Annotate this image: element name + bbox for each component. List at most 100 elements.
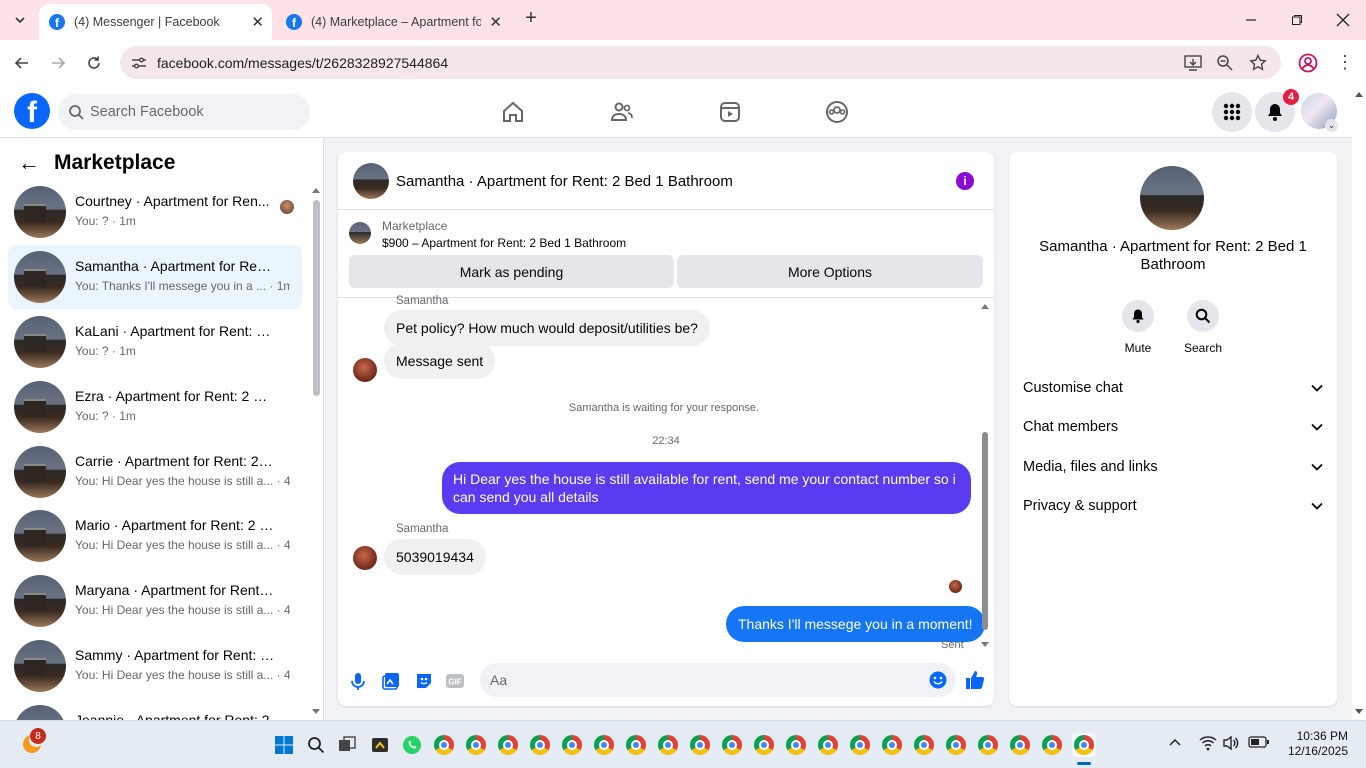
scroll-down-icon[interactable]	[1354, 708, 1364, 716]
mark-as-pending-button[interactable]: Mark as pending	[349, 255, 674, 288]
taskbar-chrome[interactable]	[912, 733, 936, 757]
conversation-list-scrollbar[interactable]	[310, 186, 320, 716]
profile-icon[interactable]	[1298, 53, 1318, 73]
conversation-item[interactable]: Courtney · Apartment for Ren... You: ? ·…	[8, 180, 302, 244]
reload-button[interactable]	[82, 51, 106, 75]
taskbar-chrome[interactable]	[624, 733, 648, 757]
maximize-button[interactable]	[1282, 8, 1312, 32]
page-scrollbar[interactable]	[1352, 86, 1366, 720]
gif-button[interactable]: GIF	[444, 670, 466, 692]
conversation-item[interactable]: Jeannie · Apartment for Rent: 2	[8, 699, 302, 720]
conversation-item[interactable]: Mario · Apartment for Rent: 2 B... You: …	[8, 504, 302, 568]
close-tab-icon[interactable]: ✕	[489, 13, 502, 31]
url-text[interactable]: facebook.com/messages/t/2628328927544864	[157, 55, 448, 71]
taskbar-app-capture[interactable]	[368, 733, 392, 757]
media-files-links-section[interactable]: Media, files and links	[1023, 455, 1323, 479]
taskbar-chrome-active[interactable]	[1072, 733, 1096, 757]
customise-chat-section[interactable]: Customise chat	[1023, 376, 1323, 400]
taskbar-chrome[interactable]	[816, 733, 840, 757]
listing-price[interactable]: $900 – Apartment for Rent: 2 Bed 1 Bathr…	[382, 236, 626, 250]
taskbar-chrome[interactable]	[432, 733, 456, 757]
omnibox[interactable]: facebook.com/messages/t/2628328927544864	[120, 46, 1281, 79]
taskbar-chrome[interactable]	[976, 733, 1000, 757]
taskbar-chrome[interactable]	[880, 733, 904, 757]
new-tab-button[interactable]: +	[520, 8, 542, 30]
taskbar-chrome[interactable]	[752, 733, 776, 757]
message-input[interactable]: Aa	[480, 663, 956, 697]
taskbar-chrome[interactable]	[688, 733, 712, 757]
microphone-button[interactable]	[347, 670, 369, 692]
chat-title[interactable]: Samantha · Apartment for Rent: 2 Bed 1 B…	[396, 173, 733, 190]
conversation-item[interactable]: Ezra · Apartment for Rent: 2 Bed... You:…	[8, 375, 302, 439]
taskbar-chrome[interactable]	[944, 733, 968, 757]
conversation-item[interactable]: KaLani · Apartment for Rent: 2 B... You:…	[8, 310, 302, 374]
taskbar-chrome[interactable]	[784, 733, 808, 757]
battery-status[interactable]	[1248, 735, 1270, 754]
scroll-up-icon[interactable]	[1354, 90, 1364, 98]
avatar[interactable]	[353, 163, 389, 199]
search-button[interactable]: Search	[1173, 300, 1233, 355]
forward-button[interactable]	[46, 51, 70, 75]
attach-photo-button[interactable]	[380, 670, 402, 692]
mute-button[interactable]: Mute	[1108, 300, 1168, 355]
listing-thumbnail[interactable]	[349, 222, 371, 244]
taskbar-chrome[interactable]	[848, 733, 872, 757]
tab-messenger[interactable]: f (4) Messenger | Facebook ✕	[39, 4, 272, 40]
taskbar-chrome[interactable]	[592, 733, 616, 757]
chat-members-section[interactable]: Chat members	[1023, 415, 1323, 439]
taskbar-chrome[interactable]	[1040, 733, 1064, 757]
install-app-icon[interactable]	[1183, 54, 1203, 72]
browser-menu-icon[interactable]: ⋮	[1336, 53, 1354, 71]
close-tab-icon[interactable]: ✕	[251, 13, 264, 31]
conversation-item[interactable]: Sammy · Apartment for Rent: 2 ... You: H…	[8, 634, 302, 698]
start-button[interactable]	[272, 733, 296, 757]
taskbar-chrome[interactable]	[464, 733, 488, 757]
video-nav-icon[interactable]	[716, 98, 744, 126]
system-clock[interactable]: 10:36 PM 12/16/2025	[1286, 729, 1348, 759]
minimize-button[interactable]	[1236, 8, 1266, 32]
search-input[interactable]: Search Facebook	[58, 94, 310, 130]
friends-nav-icon[interactable]	[608, 98, 636, 126]
more-options-button[interactable]: More Options	[677, 255, 983, 288]
conversation-item[interactable]: Maryana · Apartment for Rent: ... You: H…	[8, 569, 302, 633]
scroll-down-icon[interactable]	[311, 708, 321, 716]
scroll-up-icon[interactable]	[311, 186, 321, 194]
bookmark-star-icon[interactable]	[1249, 54, 1267, 72]
scrollbar-thumb[interactable]	[313, 200, 320, 396]
conversation-item[interactable]: Samantha · Apartment for Rent:... You: T…	[8, 245, 302, 309]
back-arrow-icon[interactable]: ←	[18, 150, 40, 176]
zoom-icon[interactable]	[1216, 54, 1234, 72]
conversation-item[interactable]: Carrie · Apartment for Rent: 2 B... You:…	[8, 440, 302, 504]
close-window-button[interactable]	[1328, 8, 1358, 32]
taskbar-chrome[interactable]	[496, 733, 520, 757]
taskbar-chrome[interactable]	[528, 733, 552, 757]
like-button[interactable]	[964, 669, 986, 691]
account-chevron-icon[interactable]: ⌄	[1325, 119, 1338, 132]
menu-button[interactable]	[1212, 92, 1252, 132]
sticker-button[interactable]	[413, 670, 435, 692]
scroll-up-icon[interactable]	[980, 302, 990, 310]
facebook-logo-icon[interactable]: f	[14, 93, 50, 129]
info-icon[interactable]: i	[956, 172, 974, 190]
privacy-support-section[interactable]: Privacy & support	[1023, 494, 1323, 518]
tab-marketplace[interactable]: f (4) Marketplace – Apartment fo ✕	[276, 4, 510, 40]
taskbar-chrome[interactable]	[720, 733, 744, 757]
site-settings-icon[interactable]	[130, 54, 148, 72]
volume-status[interactable]	[1222, 735, 1240, 756]
wifi-status[interactable]	[1199, 735, 1217, 756]
avatar[interactable]	[1140, 166, 1204, 230]
scrollbar-thumb[interactable]	[982, 432, 988, 630]
task-view-button[interactable]	[335, 733, 359, 757]
back-button[interactable]	[10, 51, 34, 75]
home-nav-icon[interactable]	[499, 98, 527, 126]
taskbar-app-whatsapp[interactable]	[400, 733, 424, 757]
taskbar-chrome[interactable]	[656, 733, 680, 757]
taskbar-search-button[interactable]	[304, 733, 328, 757]
groups-nav-icon[interactable]	[823, 98, 851, 126]
taskbar-chrome[interactable]	[1008, 733, 1032, 757]
chat-scrollbar[interactable]	[979, 302, 991, 652]
emoji-icon[interactable]	[929, 671, 947, 689]
taskbar-chrome[interactable]	[560, 733, 584, 757]
scroll-down-icon[interactable]	[980, 641, 990, 649]
tab-search-dropdown-button[interactable]	[8, 8, 32, 32]
